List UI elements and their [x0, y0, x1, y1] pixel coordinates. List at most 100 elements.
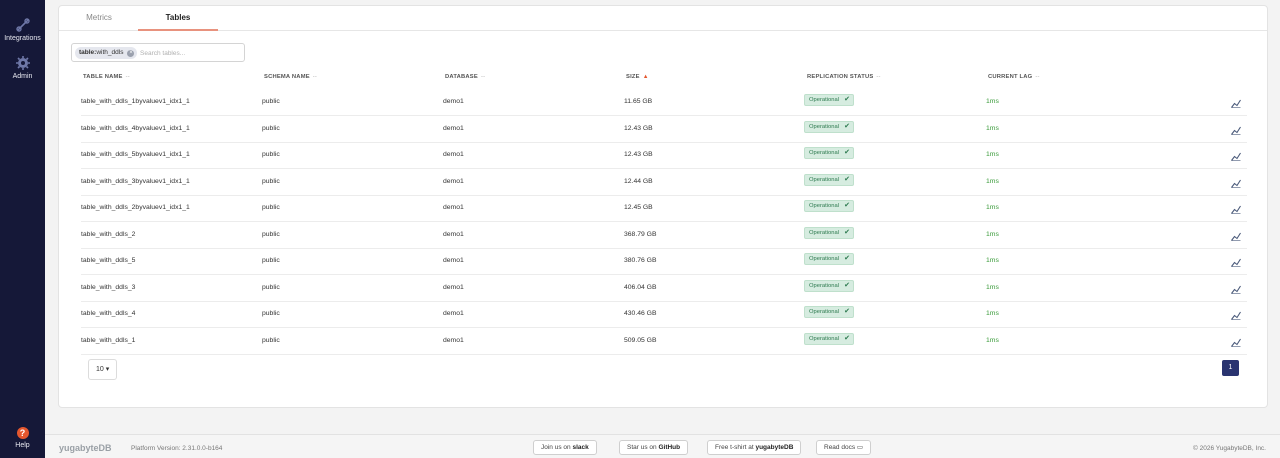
cell-size: 406.04 GB [624, 284, 657, 291]
column-header-replication-status[interactable]: REPLICATION STATUS -- [807, 74, 881, 80]
column-header-label: SCHEMA NAME [264, 74, 310, 80]
table-row: table_with_ddls_3byvaluev1_idx1_1 public d… [81, 169, 1247, 196]
search-input[interactable] [140, 46, 240, 60]
copyright: © 2026 YugabyteDB, Inc. [1193, 445, 1266, 452]
chart-icon[interactable] [1231, 254, 1241, 267]
sort-icon: -- [125, 74, 130, 80]
sort-icon: -- [876, 74, 881, 80]
check-icon: ✔ [844, 96, 850, 103]
cell-database: demo1 [443, 337, 464, 344]
tab-tables[interactable]: Tables [138, 13, 218, 31]
close-icon[interactable]: × [127, 49, 135, 57]
cell-database: demo1 [443, 310, 464, 317]
table-search[interactable]: table:with_ddls × [71, 43, 245, 62]
sidebar-item-help[interactable]: ? Help [0, 427, 45, 449]
sidebar-item-admin[interactable]: Admin [0, 55, 45, 80]
chart-icon[interactable] [1231, 307, 1241, 320]
integrations-icon [15, 18, 30, 32]
sidebar-item-label: Help [15, 442, 30, 449]
column-header-label: SIZE [626, 74, 640, 80]
cell-schema-name: public [262, 98, 280, 105]
slack-button-label: Join us on [541, 444, 571, 451]
column-header-size[interactable]: SIZE ▲ [626, 74, 649, 80]
cell-database: demo1 [443, 231, 464, 238]
sort-icon: -- [1035, 74, 1040, 80]
status-badge-label: Operational [809, 309, 839, 315]
page-size-select[interactable]: 10 ▾ [88, 359, 117, 380]
cell-size: 11.65 GB [624, 98, 653, 105]
cell-size: 509.05 GB [624, 337, 657, 344]
slack-button[interactable]: Join us on slack [533, 440, 597, 455]
sort-asc-icon: ▲ [642, 74, 649, 80]
check-icon: ✔ [844, 282, 850, 289]
cell-current-lag: 1ms [986, 310, 999, 317]
cell-table-name: table_with_ddls_4 [81, 310, 136, 317]
cell-schema-name: public [262, 204, 280, 211]
cell-schema-name: public [262, 310, 280, 317]
cell-size: 12.43 GB [624, 151, 653, 158]
cell-size: 368.79 GB [624, 231, 657, 238]
column-header-label: REPLICATION STATUS [807, 74, 874, 80]
check-icon: ✔ [844, 308, 850, 315]
status-badge-label: Operational [809, 124, 839, 130]
read-docs-label: Read docs [824, 444, 856, 451]
status-badge: Operational ✔ [804, 333, 854, 345]
cell-database: demo1 [443, 284, 464, 291]
page-size-value: 10 [96, 366, 104, 373]
check-icon: ✔ [844, 123, 850, 130]
status-badge: Operational ✔ [804, 94, 854, 106]
chart-icon[interactable] [1231, 95, 1241, 108]
filter-chip-key: table: [79, 49, 97, 56]
status-badge: Operational ✔ [804, 200, 854, 212]
cell-current-lag: 1ms [986, 284, 999, 291]
status-badge-label: Operational [809, 150, 839, 156]
tab-bar: Metrics Tables [59, 6, 1267, 31]
status-badge-label: Operational [809, 230, 839, 236]
chart-icon[interactable] [1231, 148, 1241, 161]
status-badge: Operational ✔ [804, 306, 854, 318]
chart-icon[interactable] [1231, 334, 1241, 347]
table-row: table_with_ddls_3 public demo1 406.04 GB Ope… [81, 275, 1247, 302]
tshirt-button[interactable]: Free t-shirt at yugabyteDB [707, 440, 802, 455]
page-button-1[interactable]: 1 [1222, 360, 1239, 376]
status-badge-label: Operational [809, 97, 839, 103]
check-icon: ✔ [844, 176, 850, 183]
cell-table-name: table_with_ddls_3 [81, 284, 136, 291]
cell-current-lag: 1ms [986, 204, 999, 211]
cell-table-name: table_with_ddls_4byvaluev1_idx1_1 [81, 125, 190, 132]
table-row: table_with_ddls_5byvaluev1_idx1_1 public d… [81, 142, 1247, 169]
tshirt-button-label: Free t-shirt at [715, 444, 754, 451]
check-icon: ✔ [844, 229, 850, 236]
cell-table-name: table_with_ddls_5byvaluev1_idx1_1 [81, 151, 190, 158]
chart-icon[interactable] [1231, 122, 1241, 135]
cell-schema-name: public [262, 337, 280, 344]
main-content: Metrics Tables table:with_ddls× TABLE NA… [45, 0, 1280, 458]
chart-icon[interactable] [1231, 201, 1241, 214]
table-row: table_with_ddls_1byvaluev1_idx1_1 public d… [81, 89, 1247, 116]
filter-chip: table:with_ddls × [75, 47, 138, 59]
table-row: table_with_ddls_5 public demo1 380.76 GB Ope… [81, 248, 1247, 275]
sidebar-item-integrations[interactable]: Integrations [0, 17, 45, 42]
cell-table-name: table_with_ddls_2 [81, 231, 136, 238]
cell-current-lag: 1ms [986, 337, 999, 344]
cell-current-lag: 1ms [986, 98, 999, 105]
sidebar-item-label: Integrations [4, 35, 41, 42]
column-header-current-lag[interactable]: CURRENT LAG -- [988, 74, 1040, 80]
check-icon: ✔ [844, 335, 850, 342]
column-header-table-name[interactable]: TABLE NAME -- [83, 74, 130, 80]
github-button-label: Star us on [627, 444, 657, 451]
column-header-label: TABLE NAME [83, 74, 123, 80]
chart-icon[interactable] [1231, 281, 1241, 294]
chart-icon[interactable] [1231, 175, 1241, 188]
chart-icon[interactable] [1231, 228, 1241, 241]
cell-database: demo1 [443, 257, 464, 264]
cell-table-name: table_with_ddls_3byvaluev1_idx1_1 [81, 178, 190, 185]
check-icon: ✔ [844, 202, 850, 209]
tab-metrics[interactable]: Metrics [73, 13, 125, 31]
sort-icon: -- [480, 74, 486, 80]
column-header-database[interactable]: DATABASE -- [445, 74, 485, 80]
column-header-schema-name[interactable]: SCHEMA NAME -- [264, 74, 317, 80]
github-button[interactable]: Star us on GitHub [619, 440, 689, 455]
status-badge: Operational ✔ [804, 174, 854, 186]
read-docs-button[interactable]: Read docs ▭ [816, 440, 872, 455]
